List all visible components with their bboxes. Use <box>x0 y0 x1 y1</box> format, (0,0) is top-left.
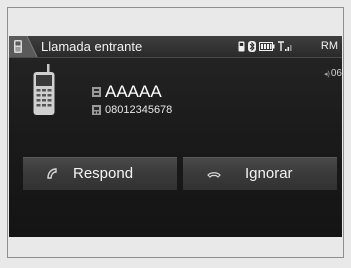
signal-icon <box>278 41 292 51</box>
title-tab: Llamada entrante <box>9 36 159 57</box>
incoming-call-screen: Llamada entrante RM ◂)06 AAAAA 080123456… <box>9 36 342 237</box>
contact-name-icon <box>92 87 101 97</box>
roaming-indicator: RM <box>320 40 338 52</box>
status-area: RM <box>238 36 338 57</box>
caller-number: 08012345678 <box>105 104 173 116</box>
volume-icon: ◂) <box>324 71 330 78</box>
phone-tab-icon <box>14 40 22 53</box>
battery-icon <box>259 42 275 51</box>
page-title: Llamada entrante <box>41 39 143 54</box>
answer-button[interactable]: Respond <box>23 157 177 190</box>
caller-name: AAAAA <box>105 82 162 101</box>
phone-status-icon <box>238 41 245 52</box>
top-bar: Llamada entrante RM <box>9 36 342 58</box>
bluetooth-icon <box>248 41 256 52</box>
volume-indicator: ◂)06 <box>324 68 342 81</box>
hangup-icon <box>207 172 221 178</box>
phone-number-icon <box>92 105 101 115</box>
answer-label: Respond <box>73 165 134 182</box>
volume-level: 06 <box>330 68 342 79</box>
ignore-button[interactable]: Ignorar <box>183 157 337 190</box>
mobile-phone-icon <box>33 64 55 115</box>
ignore-label: Ignorar <box>245 165 293 182</box>
pickup-icon <box>47 168 57 179</box>
